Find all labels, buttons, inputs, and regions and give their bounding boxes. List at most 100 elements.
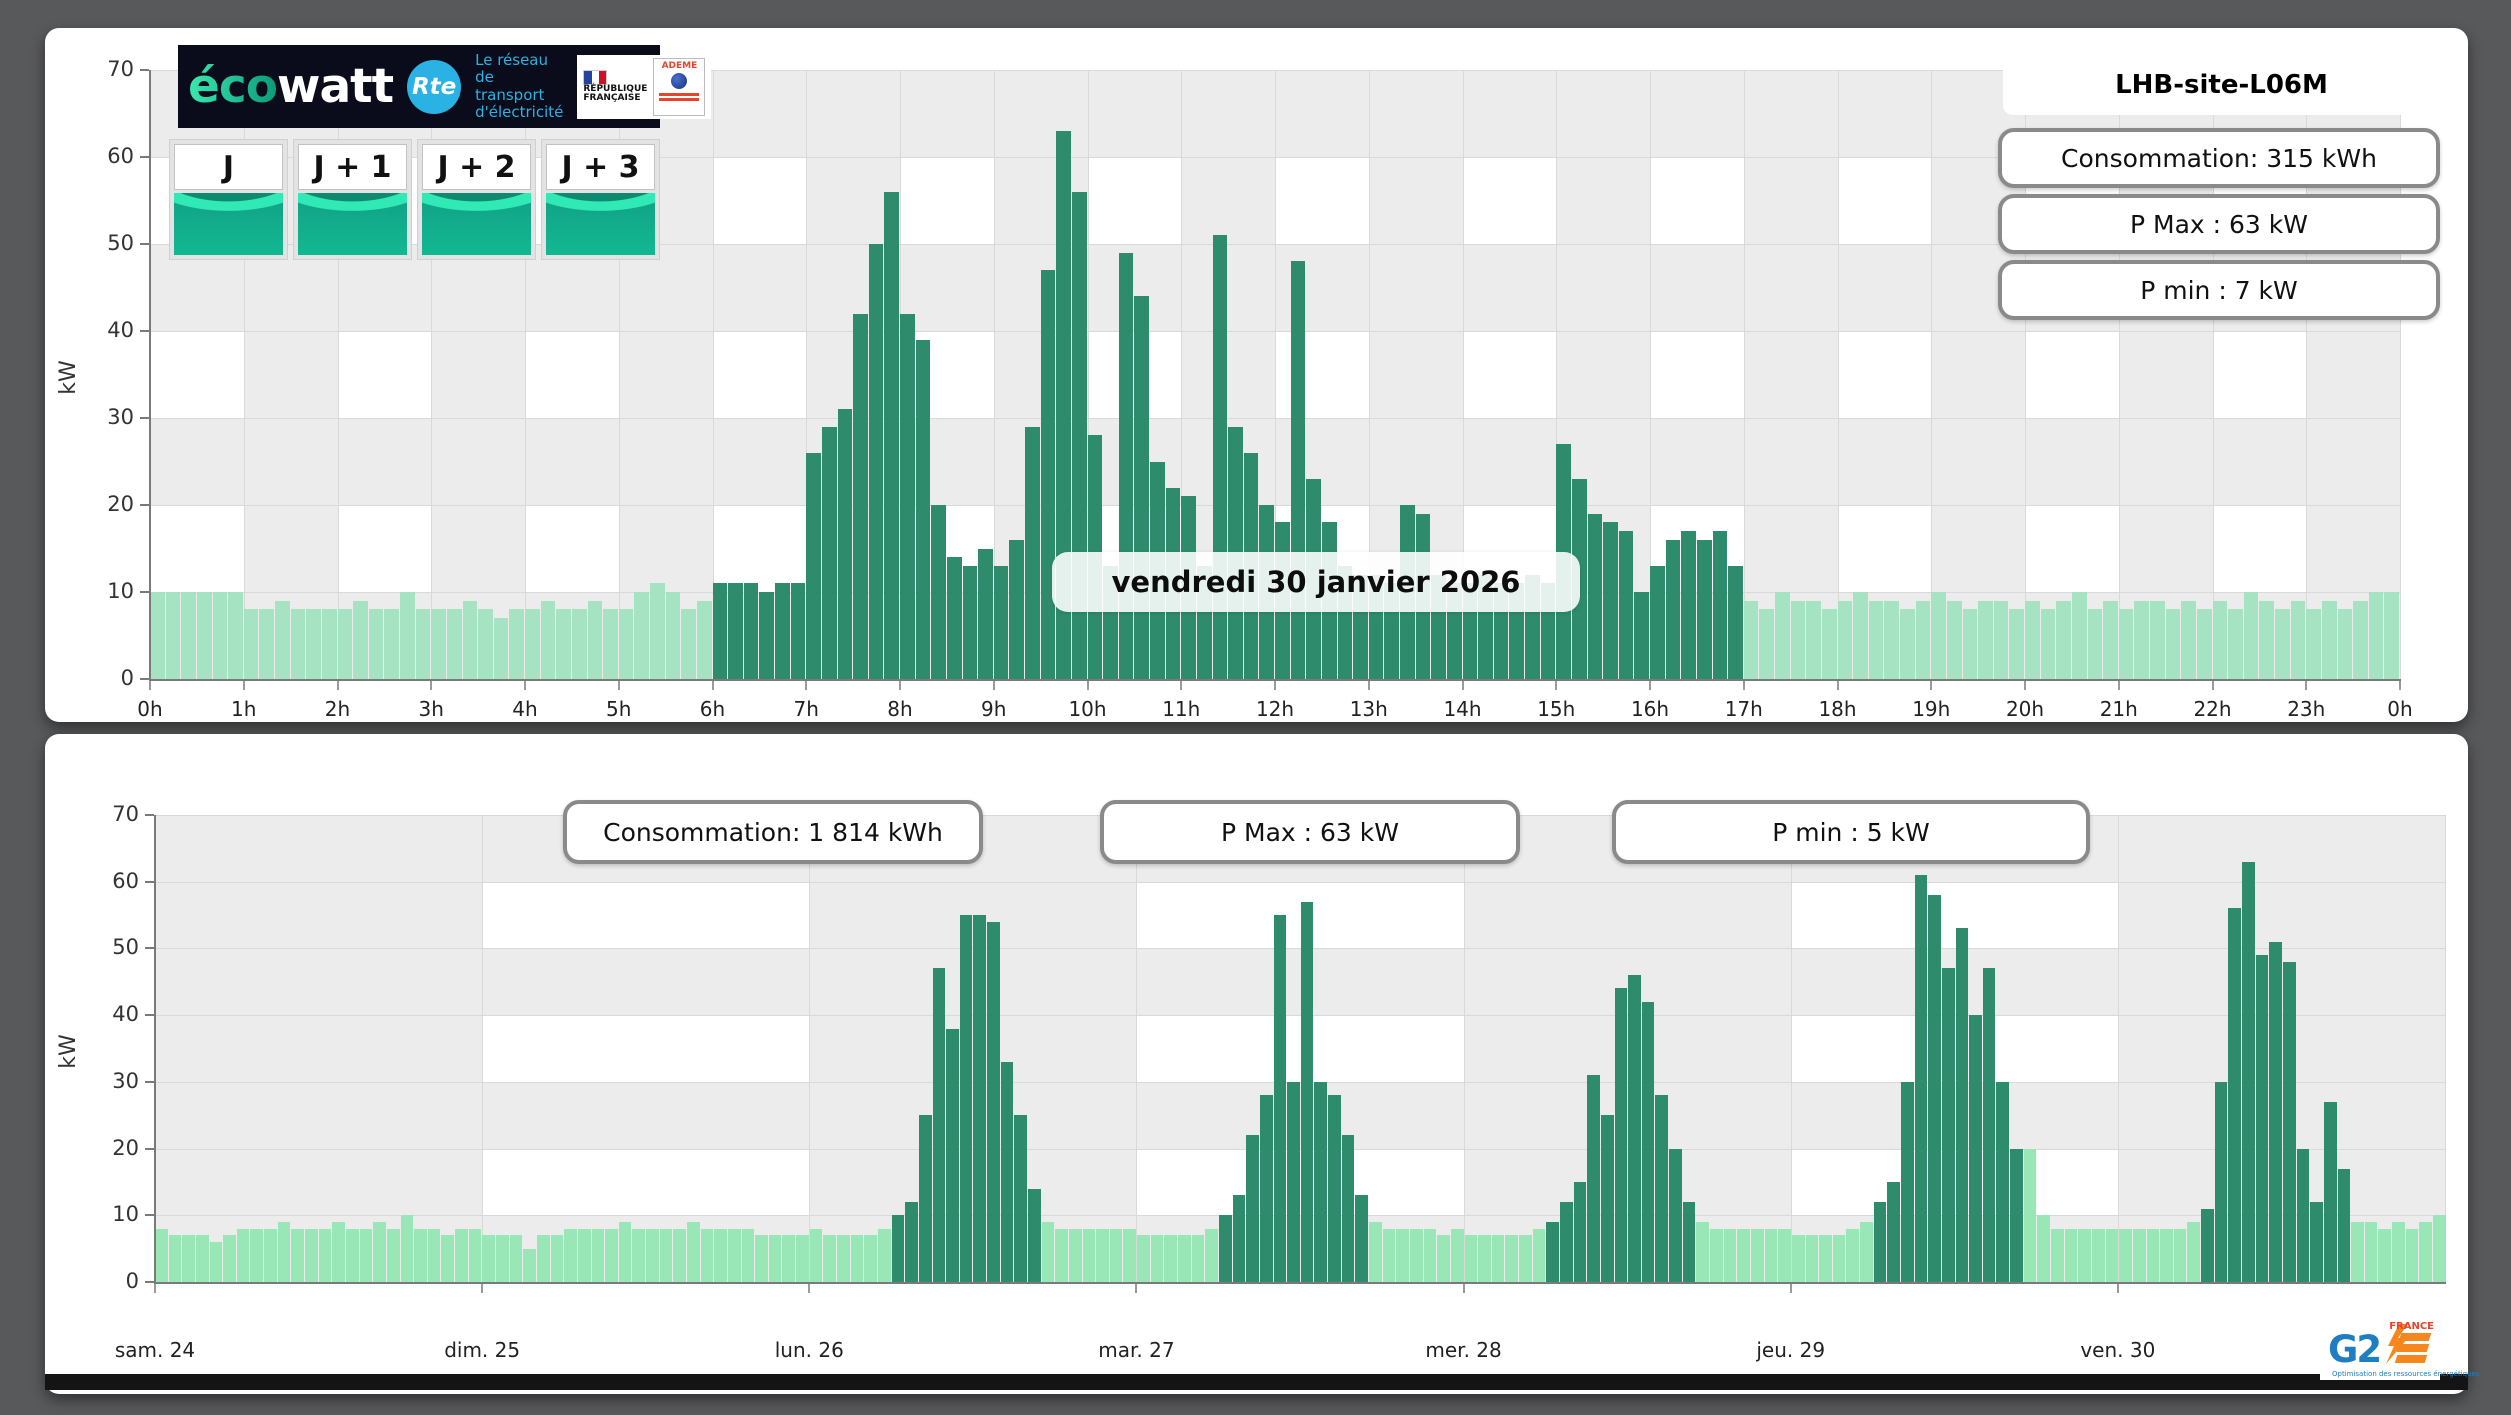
bar[interactable]: [2306, 609, 2321, 679]
bar[interactable]: [686, 1221, 700, 1282]
bar[interactable]: [1573, 1181, 1587, 1282]
bar[interactable]: [1806, 600, 1821, 679]
bar[interactable]: [2105, 1228, 2119, 1282]
bar[interactable]: [1341, 1135, 1355, 1282]
bar[interactable]: [1300, 901, 1314, 1282]
tab-day-j-label[interactable]: J: [174, 144, 283, 190]
bar[interactable]: [2056, 600, 2071, 679]
bar[interactable]: [796, 1235, 809, 1282]
bar[interactable]: [1832, 1235, 1846, 1282]
bar[interactable]: [2064, 1228, 2078, 1282]
bar[interactable]: [2119, 1228, 2132, 1282]
bar[interactable]: [427, 1228, 441, 1282]
bar[interactable]: [571, 609, 587, 679]
bar[interactable]: [1041, 1221, 1055, 1282]
bar[interactable]: [345, 1228, 359, 1282]
bar[interactable]: [809, 1228, 823, 1282]
bar[interactable]: [1519, 1235, 1532, 1282]
bar[interactable]: [1082, 1228, 1096, 1282]
bar[interactable]: [1915, 600, 1931, 679]
bar[interactable]: [1587, 513, 1603, 679]
bar[interactable]: [1096, 1228, 1109, 1282]
bar[interactable]: [1914, 875, 1928, 1282]
bar[interactable]: [1759, 609, 1774, 679]
bar[interactable]: [850, 1235, 864, 1282]
bar[interactable]: [400, 592, 415, 679]
bar[interactable]: [1901, 1081, 1914, 1282]
bar[interactable]: [275, 600, 290, 679]
bar[interactable]: [806, 452, 821, 679]
bar[interactable]: [1587, 1075, 1600, 1282]
bar[interactable]: [1409, 1228, 1423, 1282]
bar[interactable]: [587, 600, 603, 679]
bar[interactable]: [2353, 600, 2368, 679]
bar[interactable]: [2282, 961, 2296, 1282]
bar[interactable]: [987, 921, 1000, 1282]
bar[interactable]: [1290, 261, 1306, 679]
bar[interactable]: [2146, 1228, 2160, 1282]
bar[interactable]: [496, 1235, 509, 1282]
bar[interactable]: [1710, 1228, 1723, 1282]
bar[interactable]: [1273, 915, 1287, 1282]
bar[interactable]: [1396, 1228, 1409, 1282]
bar[interactable]: [2384, 592, 2399, 679]
bar[interactable]: [2296, 1148, 2310, 1282]
bar[interactable]: [712, 583, 728, 679]
bar[interactable]: [868, 244, 884, 679]
bar[interactable]: [1618, 531, 1634, 679]
bar[interactable]: [2201, 1208, 2214, 1282]
bar[interactable]: [650, 583, 665, 679]
bar[interactable]: [1191, 1235, 1205, 1282]
bar[interactable]: [523, 1248, 536, 1282]
bar[interactable]: [2432, 1215, 2446, 1282]
bar[interactable]: [1993, 600, 2009, 679]
tab-day-j3-label[interactable]: J + 3: [546, 144, 655, 190]
bar[interactable]: [2173, 1228, 2187, 1282]
bar[interactable]: [768, 1235, 782, 1282]
bar[interactable]: [462, 600, 478, 679]
bar[interactable]: [905, 1201, 918, 1282]
bar[interactable]: [1682, 1201, 1696, 1282]
bar[interactable]: [1014, 1115, 1027, 1282]
bar[interactable]: [1246, 1135, 1259, 1282]
bar[interactable]: [2228, 908, 2242, 1282]
bar[interactable]: [386, 1228, 400, 1282]
bar[interactable]: [823, 1235, 837, 1282]
bar[interactable]: [741, 1228, 755, 1282]
bar[interactable]: [2378, 1228, 2392, 1282]
bar[interactable]: [1650, 565, 1665, 679]
bar[interactable]: [168, 1235, 182, 1282]
bar[interactable]: [700, 1228, 714, 1282]
bar[interactable]: [877, 1228, 891, 1282]
tab-day-j1-label[interactable]: J + 1: [298, 144, 407, 190]
bar[interactable]: [821, 426, 837, 679]
bar[interactable]: [931, 505, 946, 679]
bar[interactable]: [482, 1235, 496, 1282]
bar[interactable]: [2368, 592, 2384, 679]
bar[interactable]: [1853, 592, 1868, 679]
bar[interactable]: [2242, 861, 2255, 1282]
bar[interactable]: [400, 1215, 414, 1282]
bar[interactable]: [1328, 1095, 1341, 1282]
bar[interactable]: [1641, 1001, 1655, 1282]
bar[interactable]: [1028, 1188, 1041, 1282]
bar[interactable]: [946, 1028, 959, 1282]
bar[interactable]: [1655, 1095, 1669, 1282]
bar[interactable]: [2419, 1221, 2432, 1282]
bar[interactable]: [478, 609, 493, 679]
bar[interactable]: [264, 1228, 277, 1282]
bar[interactable]: [681, 609, 696, 679]
bar[interactable]: [2364, 1221, 2378, 1282]
bar[interactable]: [223, 1235, 236, 1282]
bar[interactable]: [1837, 600, 1853, 679]
bar[interactable]: [2323, 1101, 2337, 1282]
bar[interactable]: [1109, 1228, 1123, 1282]
bar[interactable]: [332, 1221, 345, 1282]
bar[interactable]: [1118, 252, 1134, 679]
bar[interactable]: [1382, 1228, 1396, 1282]
bar[interactable]: [1212, 235, 1228, 679]
bar[interactable]: [165, 592, 181, 679]
bar[interactable]: [2212, 600, 2228, 679]
bar[interactable]: [1681, 531, 1696, 679]
bar[interactable]: [1900, 609, 1915, 679]
